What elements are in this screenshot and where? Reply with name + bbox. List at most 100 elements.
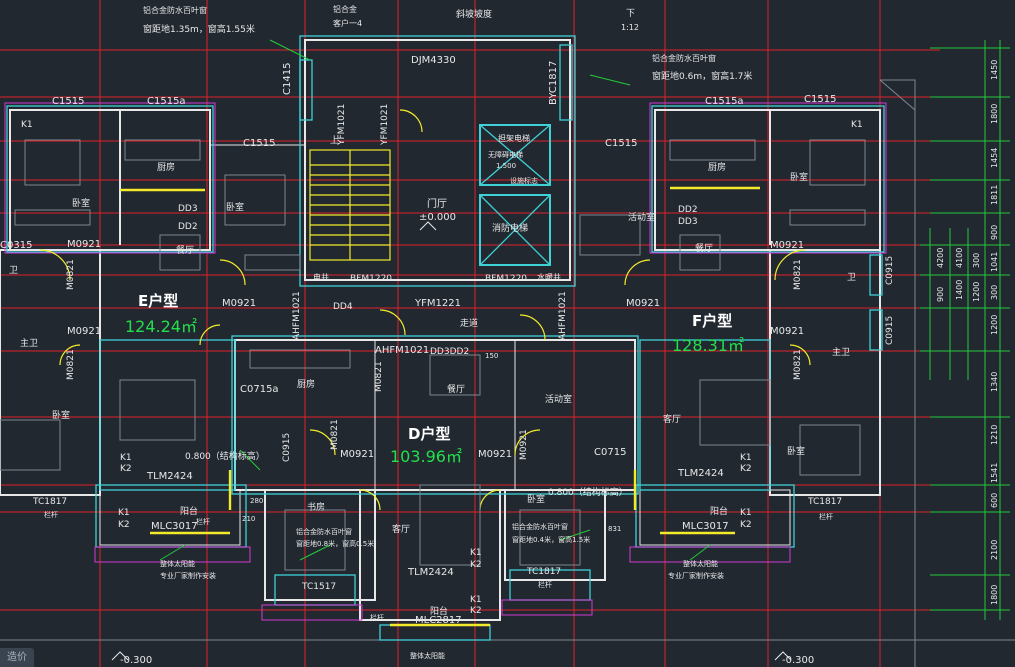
labels-layer: E户型 124.24㎡ D户型 103.96㎡ F户型 128.31㎡ 厨房 厨… [0,0,1015,667]
room-bedroom-3: 卧室 [790,173,809,183]
room-balcony-right: 阳台 [710,507,729,517]
tag-k1-b: K1 [851,120,863,130]
tag-yfm1221: YFM1221 [415,298,461,309]
note-shutter1-spec: 窗距地1.35m，窗高1.55米 [143,25,255,35]
tag-m0821-vertical-3: M0821 [66,349,76,380]
tag-dd3-left: DD3 [178,204,198,214]
tag-k2-c: K2 [120,464,132,474]
room-shaft: 电井 [313,273,329,282]
dim-right-12: 600 [990,492,999,508]
note-railing-5: 栏杆 [538,581,552,589]
tag-k1-c: K1 [120,453,132,463]
dim-right2-2: 1400 [955,279,964,300]
tag-k1-g: K1 [470,548,482,558]
tag-c1515-3: C1515 [605,138,638,149]
dim-right2-3: 300 [972,252,981,268]
tag-yfm1021-vertical-1: YFM1021 [337,103,347,145]
tag-m0921-3: M0921 [626,298,661,309]
dim-right-13: 2100 [990,539,999,560]
room-bath-right: 卫 [847,273,857,283]
note-shutter2-spec: 窗距地0.6m，窗高1.7米 [652,72,753,82]
note-stair-top2: 客户一4 [333,19,363,28]
room-study: 书房 [307,503,326,513]
tag-m0921-2: M0921 [222,298,257,309]
tag-c0715a: C0715a [240,384,279,395]
room-bath-left: 卫 [9,266,19,276]
tag-tlm2424-left: TLM2424 [147,471,193,482]
tag-mlc3017-right: MLC3017 [682,521,729,532]
note-railing-2: 栏杆 [196,518,210,526]
dim-right-7: 300 [990,284,999,300]
note-shutter3: 铝合金防水百叶窗 [296,528,352,536]
room-kitchen-d: 厨房 [297,380,316,390]
note-railing-1: 栏杆 [44,511,58,519]
footer-label[interactable]: 造价 [0,648,34,667]
dim-right2-4: 1200 [972,281,981,302]
tag-c0315: C0315 [0,240,33,251]
tag-m0821-vertical-2: M0821 [793,259,803,290]
room-elevator: 消防电梯 [492,224,529,234]
tag-m0821-vertical-1: M0821 [66,259,76,290]
tag-c0915-vertical-1: C0915 [282,432,292,462]
note-solar-left1: 整体太阳能 [160,560,195,568]
note-shutter2: 铝合金防水百叶窗 [652,54,716,63]
room-living-d: 客厅 [392,525,411,535]
tag-c1515a-2: C1515a [705,96,744,107]
note-solar-bottom: 整体太阳能 [410,652,445,660]
dim-right-1: 1450 [990,59,999,80]
unit-e-area: 124.24㎡ [125,317,197,336]
tag-dd4: DD4 [333,302,353,312]
tag-bfm1220-left: BFM1220 [350,274,393,284]
room-elevator2-note3: 设施标志 [510,177,538,185]
tag-m0921-8: M0921 [478,449,513,460]
room-bedroom-6: 卧室 [527,495,546,505]
dim-right-6: 1041 [990,251,999,272]
note-ramp-ratio: 1:12 [621,23,639,32]
note-level-right: -0.300 [782,655,815,666]
note-shutter4: 铝合金防水百叶窗 [512,523,568,531]
tag-k2-e: K2 [118,520,130,530]
tag-mlc2817: MLC2817 [415,615,462,626]
tag-c0915-vertical-2: C0915 [885,255,895,285]
dim-right-14: 1800 [990,584,999,605]
tag-ahfm1021-vertical-right: AHFM1021 [558,291,568,340]
dim-right-3: 1454 [990,147,999,168]
note-level-left: -0.300 [120,655,153,666]
tag-dim-210: 210 [242,515,256,523]
tag-dd3-right: DD3 [678,217,698,227]
room-elevator2-note2: 1.500 [496,162,517,170]
room-bedroom-4: 卧室 [52,411,71,421]
dim-right-8: 1200 [990,314,999,335]
tag-c1515-2: C1515 [243,138,276,149]
tag-c1515-4: C1515 [804,94,837,105]
room-kitchen-left: 厨房 [157,163,176,173]
room-bedroom-5: 卧室 [787,447,806,457]
tag-k1-e: K1 [118,508,130,518]
tag-m0921-5: M0921 [67,326,102,337]
tag-m0921-1: M0921 [67,239,102,250]
room-bedroom-2: 卧室 [226,203,245,213]
dim-right-2: 1800 [990,103,999,124]
note-solar-right1: 整体太阳能 [683,560,718,568]
unit-e-name: E户型 [138,292,179,310]
tag-sill-right: 0.800（结构标高） [548,488,628,498]
unit-f-name: F户型 [692,312,733,330]
dim-right-10: 1210 [990,424,999,445]
tag-djm4330: DJM4330 [411,55,456,66]
tag-ahfm1021: AHFM1021 [375,345,430,356]
dim-right2-6: 900 [936,286,945,302]
room-activity-d: 活动室 [545,395,573,405]
room-dining-left: 餐厅 [176,246,195,256]
tag-dim-831: 831 [608,525,622,533]
note-railing-4: 栏杆 [370,614,384,622]
tag-k2-h: K2 [470,606,482,616]
tag-k2-d: K2 [740,464,752,474]
room-balcony-left: 阳台 [180,507,199,517]
note-stair-top: 铝合金 [333,5,357,14]
note-shutter3-spec: 窗距地0.8米，窗高0.5米 [296,540,375,548]
room-corridor: 走道 [460,319,479,329]
tag-tlm2424-right: TLM2424 [678,468,724,479]
tag-tc1817-left: TC1817 [33,497,68,507]
tag-dd2-right: DD2 [678,205,698,215]
dim-right-5: 900 [990,224,999,240]
